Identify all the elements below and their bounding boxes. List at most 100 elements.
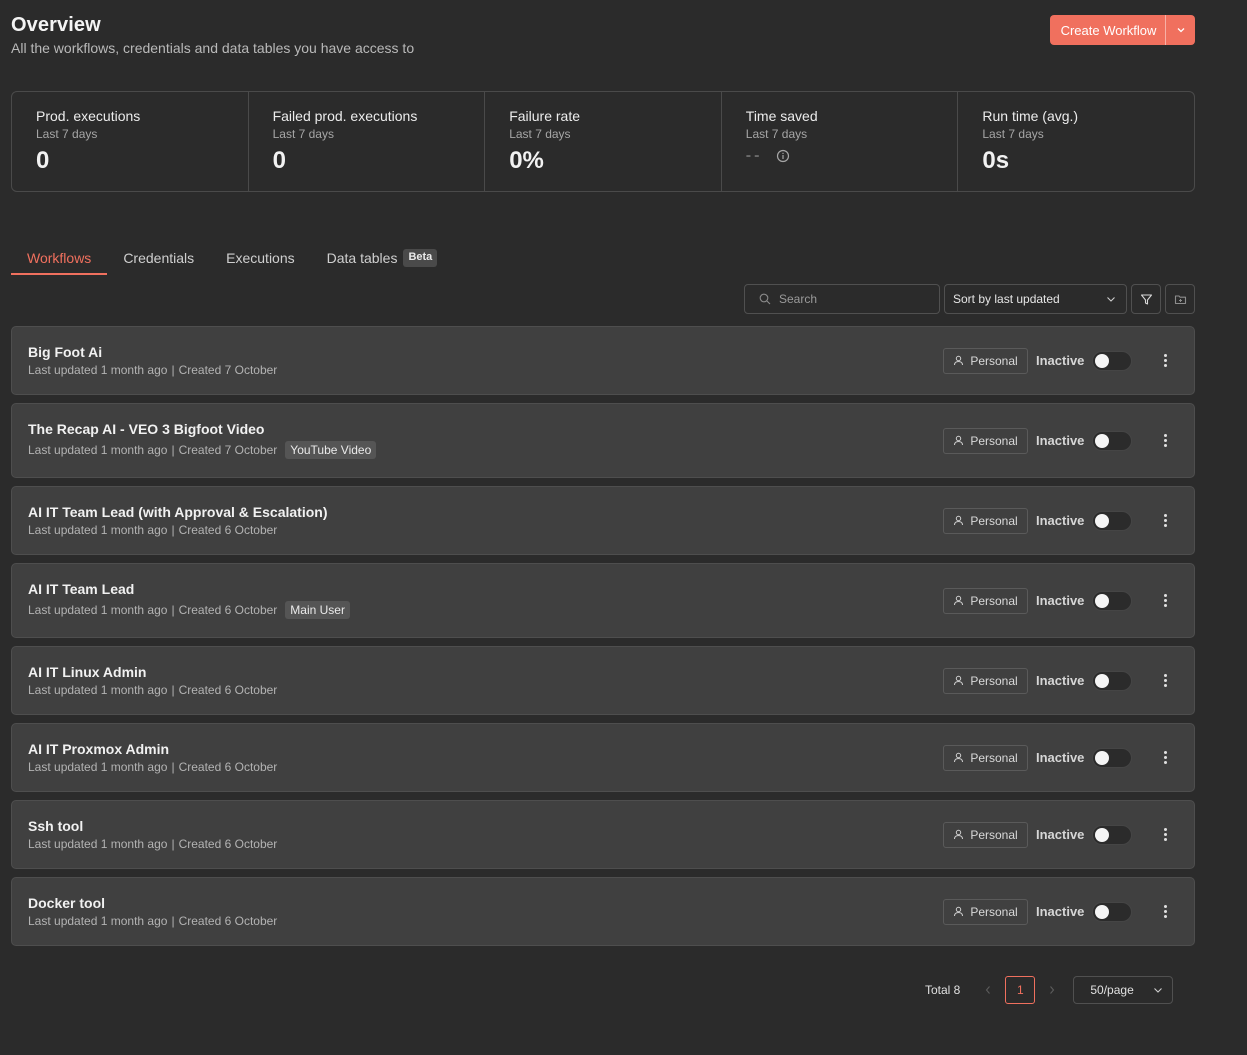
- workflow-actions: Personal Inactive: [943, 487, 1194, 554]
- page-size-select[interactable]: 50/page: [1073, 976, 1174, 1004]
- workflow-actions: Personal Inactive: [943, 801, 1194, 868]
- prev-page-icon[interactable]: [980, 985, 996, 995]
- owner-label: Personal: [970, 513, 1018, 528]
- user-icon: [954, 675, 964, 686]
- workflow-meta: Last updated 1 month ago | Created 7 Oct…: [28, 363, 277, 377]
- search-field[interactable]: [744, 284, 940, 314]
- active-toggle[interactable]: [1092, 901, 1132, 922]
- active-toggle[interactable]: [1092, 350, 1132, 371]
- workflow-status: Inactive: [1036, 513, 1085, 528]
- workflow-name[interactable]: AI IT Team Lead: [28, 581, 134, 597]
- new-folder-button[interactable]: [1165, 284, 1195, 314]
- stat-value: 0%: [509, 147, 544, 174]
- tab-data-tables[interactable]: Data tables Beta: [311, 243, 454, 275]
- user-icon: [954, 752, 964, 763]
- create-workflow-dropdown-button[interactable]: [1165, 15, 1195, 45]
- stat-title: Run time (avg.): [982, 108, 1079, 124]
- stat-failure-rate[interactable]: Failure rate Last 7 days 0%: [485, 92, 722, 191]
- stat-prod-executions[interactable]: Prod. executions Last 7 days 0: [12, 92, 249, 191]
- workflow-created: Created 6 October: [178, 914, 278, 928]
- user-icon: [954, 906, 964, 917]
- meta-separator: |: [171, 683, 175, 697]
- workflow-card[interactable]: AI IT Team Lead Last updated 1 month ago…: [11, 563, 1195, 638]
- workflow-tag[interactable]: YouTube Video: [285, 441, 377, 459]
- more-options-icon[interactable]: [1160, 828, 1170, 841]
- active-toggle[interactable]: [1092, 747, 1132, 768]
- owner-badge: Personal: [943, 427, 1028, 454]
- active-toggle[interactable]: [1092, 430, 1132, 451]
- info-icon[interactable]: [776, 149, 790, 163]
- workflow-actions: Personal Inactive: [943, 878, 1194, 945]
- meta-separator: |: [171, 760, 175, 774]
- workflow-name[interactable]: Docker tool: [28, 895, 105, 911]
- workflow-updated: Last updated 1 month ago: [28, 683, 168, 697]
- workflow-name[interactable]: The Recap AI - VEO 3 Bigfoot Video: [28, 421, 264, 437]
- stat-time-saved[interactable]: Time saved Last 7 days --: [722, 92, 959, 191]
- search-input[interactable]: [779, 292, 919, 306]
- workflow-tag[interactable]: Main User: [285, 601, 350, 619]
- active-toggle[interactable]: [1092, 590, 1132, 611]
- workflow-name[interactable]: Ssh tool: [28, 818, 83, 834]
- workflow-card[interactable]: Docker tool Last updated 1 month ago | C…: [11, 877, 1195, 946]
- owner-label: Personal: [970, 750, 1018, 765]
- next-page-icon[interactable]: [1044, 985, 1060, 995]
- more-options-icon[interactable]: [1160, 434, 1170, 447]
- workflow-card[interactable]: AI IT Linux Admin Last updated 1 month a…: [11, 646, 1195, 715]
- stat-value: 0s: [982, 147, 1010, 174]
- stat-period: Last 7 days: [272, 127, 334, 141]
- meta-separator: |: [171, 837, 175, 851]
- more-options-icon[interactable]: [1160, 905, 1170, 918]
- search-icon: [759, 293, 771, 305]
- workflow-card[interactable]: AI IT Team Lead (with Approval & Escalat…: [11, 486, 1195, 555]
- owner-badge: Personal: [943, 507, 1028, 534]
- more-options-icon[interactable]: [1160, 594, 1170, 607]
- stat-run-time-avg[interactable]: Run time (avg.) Last 7 days 0s: [958, 92, 1194, 191]
- workflow-name[interactable]: AI IT Team Lead (with Approval & Escalat…: [28, 504, 328, 520]
- stat-failed-prod-executions[interactable]: Failed prod. executions Last 7 days 0: [249, 92, 486, 191]
- workflow-actions: Personal Inactive: [943, 404, 1194, 477]
- active-toggle[interactable]: [1092, 670, 1132, 691]
- workflow-name[interactable]: Big Foot Ai: [28, 344, 102, 360]
- sort-select[interactable]: Sort by last updated: [944, 284, 1127, 314]
- workflow-card[interactable]: AI IT Proxmox Admin Last updated 1 month…: [11, 723, 1195, 792]
- owner-badge: Personal: [943, 898, 1028, 925]
- more-options-icon[interactable]: [1160, 751, 1170, 764]
- tab-executions[interactable]: Executions: [210, 243, 310, 275]
- workflow-meta: Last updated 1 month ago | Created 6 Oct…: [28, 523, 277, 537]
- active-toggle[interactable]: [1092, 824, 1132, 845]
- workflow-card[interactable]: The Recap AI - VEO 3 Bigfoot Video Last …: [11, 403, 1195, 478]
- active-toggle[interactable]: [1092, 510, 1132, 531]
- workflow-card[interactable]: Big Foot Ai Last updated 1 month ago | C…: [11, 326, 1195, 395]
- workflow-meta: Last updated 1 month ago | Created 6 Oct…: [28, 760, 277, 774]
- workflow-meta: Last updated 1 month ago | Created 6 Oct…: [28, 601, 350, 619]
- stat-value: 0: [272, 147, 286, 174]
- stat-title: Prod. executions: [36, 108, 141, 124]
- create-workflow-label[interactable]: Create Workflow: [1050, 15, 1165, 45]
- workflow-updated: Last updated 1 month ago: [28, 760, 168, 774]
- tab-credentials[interactable]: Credentials: [107, 243, 210, 275]
- stat-period: Last 7 days: [982, 127, 1044, 141]
- owner-label: Personal: [970, 904, 1018, 919]
- workflow-actions: Personal Inactive: [943, 564, 1194, 637]
- owner-badge: Personal: [943, 821, 1028, 848]
- workflow-name[interactable]: AI IT Linux Admin: [28, 664, 146, 680]
- workflow-meta: Last updated 1 month ago | Created 7 Oct…: [28, 441, 377, 459]
- workflow-name[interactable]: AI IT Proxmox Admin: [28, 741, 169, 757]
- more-options-icon[interactable]: [1160, 674, 1170, 687]
- insights-summary: Prod. executions Last 7 days 0 Failed pr…: [11, 91, 1195, 192]
- workflow-created: Created 7 October: [178, 363, 278, 377]
- more-options-icon[interactable]: [1160, 514, 1170, 527]
- tab-workflows[interactable]: Workflows: [11, 243, 108, 275]
- user-icon: [954, 355, 964, 366]
- page-number-button[interactable]: 1: [1005, 976, 1036, 1004]
- workflow-updated: Last updated 1 month ago: [28, 914, 168, 928]
- filter-button[interactable]: [1131, 284, 1161, 314]
- workflow-card[interactable]: Ssh tool Last updated 1 month ago | Crea…: [11, 800, 1195, 869]
- workflow-status: Inactive: [1036, 353, 1085, 368]
- workflow-created: Created 7 October: [178, 443, 278, 457]
- workflow-toolbar: Sort by last updated: [744, 284, 1195, 314]
- stat-title: Failure rate: [509, 108, 580, 124]
- workflow-created: Created 6 October: [178, 837, 278, 851]
- more-options-icon[interactable]: [1160, 354, 1170, 367]
- create-workflow-button[interactable]: Create Workflow: [1050, 15, 1195, 45]
